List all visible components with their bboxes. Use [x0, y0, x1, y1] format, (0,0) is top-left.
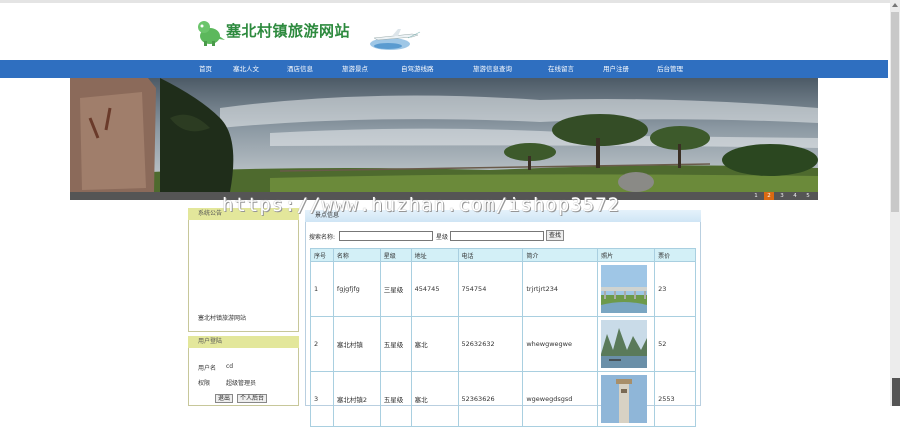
- cell-no: 2: [310, 316, 334, 372]
- cell-intro: whewgwegwe: [522, 316, 599, 372]
- cell-no: 3: [310, 371, 334, 427]
- col-header-no: 序号: [310, 248, 334, 262]
- page-scrollbar[interactable]: [890, 0, 900, 406]
- site-title: 塞北村镇旅游网站: [226, 22, 351, 40]
- page-corner-widget[interactable]: [892, 378, 900, 406]
- search-name-input[interactable]: [339, 231, 433, 241]
- cell-phone: 754754: [457, 261, 524, 317]
- table-row[interactable]: 1 fgjgfjfg 三星级 454745 754754 trjrtjrt234…: [310, 261, 696, 317]
- notice-text: 塞北村镇旅游网站: [198, 315, 247, 322]
- table-row[interactable]: 2 塞北村镇 五星级 塞北 52632632 whewgwegwe 52: [310, 316, 696, 372]
- cell-phone: 52632632: [457, 316, 524, 372]
- cell-price: 52: [654, 316, 696, 372]
- nav-item-culture[interactable]: 塞北人文: [233, 60, 259, 78]
- col-header-price: 票价: [654, 248, 696, 262]
- col-header-photo: 照片: [597, 248, 656, 262]
- cell-address: 塞北: [410, 316, 459, 372]
- username-value: cd: [226, 363, 234, 370]
- cell-photo: [597, 261, 656, 317]
- attractions-table: 序号 名称 星级 地址 电话 简介 照片 票价 1 fgjgfjfg 三星级 4…: [310, 248, 696, 427]
- col-header-level: 星级: [379, 248, 412, 262]
- scroll-up-arrow-icon[interactable]: [892, 3, 898, 7]
- nav-item-admin[interactable]: 后台管理: [657, 60, 683, 78]
- banner-slideshow[interactable]: [70, 78, 818, 192]
- nav-item-register[interactable]: 用户注册: [603, 60, 629, 78]
- role-label: 权限: [198, 380, 211, 387]
- dinosaur-logo-icon: [198, 21, 225, 46]
- banner-page-2[interactable]: 2: [764, 192, 774, 200]
- bridge-photo[interactable]: [601, 265, 648, 313]
- banner-page-4[interactable]: 4: [790, 192, 800, 200]
- col-header-intro: 简介: [522, 248, 599, 262]
- cell-address: 454745: [410, 261, 459, 317]
- cell-price: 23: [654, 261, 696, 317]
- banner-page-1[interactable]: 1: [751, 192, 761, 200]
- banner-page-5[interactable]: 5: [803, 192, 813, 200]
- search-level-input[interactable]: [450, 231, 544, 241]
- search-button[interactable]: 查找: [546, 230, 565, 241]
- table-row[interactable]: 3 塞北村镇2 五星级 塞北 52363626 wgewegdsgsd 2553: [310, 371, 696, 427]
- cell-name: fgjgfjfg: [332, 261, 381, 317]
- nav-item-home[interactable]: 首页: [199, 60, 212, 78]
- nav-item-self-drive[interactable]: 自驾游线路: [401, 60, 434, 78]
- login-title: 用户登陆: [188, 336, 299, 348]
- tower-photo[interactable]: [601, 375, 648, 423]
- cell-level: 三星级: [379, 261, 412, 317]
- cell-phone: 52363626: [457, 371, 524, 427]
- cell-no: 1: [310, 261, 334, 317]
- nav-item-messages[interactable]: 在线留言: [548, 60, 574, 78]
- search-level-label: 星级: [436, 234, 449, 241]
- cell-level: 五星级: [379, 316, 412, 372]
- search-name-label: 搜索名称:: [309, 234, 336, 241]
- col-header-address: 地址: [410, 248, 459, 262]
- cell-photo: [597, 371, 656, 427]
- watermark-text: https://www.huzhan.com/ishop3572: [222, 194, 621, 216]
- nav-item-hotels[interactable]: 酒店信息: [287, 60, 313, 78]
- table-header-row: 序号 名称 星级 地址 电话 简介 照片 票价: [310, 248, 696, 262]
- col-header-phone: 电话: [457, 248, 524, 262]
- banner-page-3[interactable]: 3: [777, 192, 787, 200]
- nav-item-attractions[interactable]: 旅游景点: [342, 60, 368, 78]
- karst-mountain-photo[interactable]: [601, 320, 648, 368]
- logout-button[interactable]: 退出: [215, 394, 234, 403]
- cell-name: 塞北村镇2: [332, 371, 381, 427]
- profile-button[interactable]: 个人后台: [237, 394, 268, 403]
- landscape-banner-image: [70, 78, 818, 192]
- cell-photo: [597, 316, 656, 372]
- main-nav: 首页 塞北人文 酒店信息 旅游景点 自驾游线路 旅游信息查询 在线留言 用户注册…: [0, 60, 888, 78]
- cell-address: 塞北: [410, 371, 459, 427]
- cell-name: 塞北村镇: [332, 316, 381, 372]
- cell-intro: trjrtjrt234: [522, 261, 599, 317]
- scrollbar-thumb[interactable]: [891, 12, 899, 212]
- nav-item-travel-search[interactable]: 旅游信息查询: [473, 60, 512, 78]
- site-header: 塞北村镇旅游网站: [196, 16, 436, 54]
- cell-intro: wgewegdsgsd: [522, 371, 599, 427]
- role-value: 超级管理员: [226, 380, 257, 387]
- cell-level: 五星级: [379, 371, 412, 427]
- col-header-name: 名称: [332, 248, 381, 262]
- browser-top-border: [0, 0, 890, 3]
- username-label: 用户名: [198, 365, 217, 372]
- airplane-logo-icon: [370, 29, 421, 50]
- cell-price: 2553: [654, 371, 696, 427]
